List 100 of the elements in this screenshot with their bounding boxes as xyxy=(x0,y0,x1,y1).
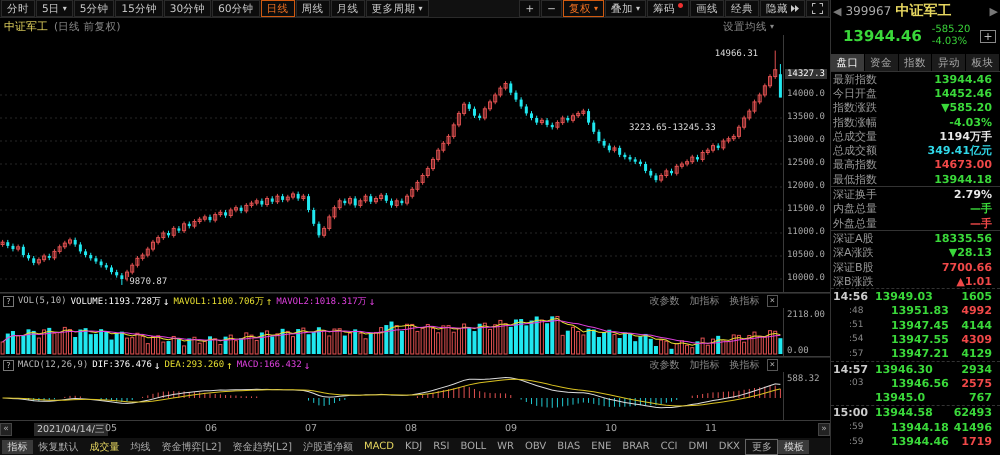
tick-volume: 4129 xyxy=(961,347,992,360)
chart-subtitle: (日线 前复权) xyxy=(54,20,121,34)
toolbar-button[interactable]: 叠加 ▾ xyxy=(604,0,646,17)
high-price-annotation: 14966.31 xyxy=(714,48,760,59)
scroll-left-button[interactable]: « xyxy=(0,423,12,436)
indicator-action-link[interactable]: 换指标 xyxy=(726,358,763,372)
indicator-tab[interactable]: RSI xyxy=(428,441,455,452)
toolbar-button[interactable]: 画线 xyxy=(690,0,724,17)
tick-time: :48 xyxy=(849,306,864,316)
indicator-tab[interactable]: 资金博弈[L2] xyxy=(156,440,227,454)
field-value: 13944.18 xyxy=(934,172,992,186)
indicator-tab[interactable]: KDJ xyxy=(399,441,428,452)
tick-price: 13945.0 xyxy=(875,391,926,404)
tick-time: :57 xyxy=(849,348,864,359)
period-tab[interactable]: 分时 xyxy=(1,0,35,17)
field-value: 14673.00 xyxy=(934,158,992,172)
indicator-tab[interactable]: 指标 xyxy=(2,440,33,454)
tick-price: 13949.03 xyxy=(875,290,934,304)
field-value: ▼585.20 xyxy=(941,101,992,114)
panel-tab[interactable]: 指数 xyxy=(898,54,932,71)
indicator-action-link[interactable]: 加指标 xyxy=(686,358,723,372)
toolbar-button[interactable]: 复权 ▾ xyxy=(562,0,604,17)
indicator-value: DEA:293.260 xyxy=(164,360,224,370)
indicator-tab[interactable]: 模板 xyxy=(778,440,810,454)
indicator-tab[interactable]: MACD xyxy=(358,441,400,452)
indicator-action-link[interactable]: 加指标 xyxy=(686,294,723,308)
scroll-right-button[interactable]: » xyxy=(818,423,830,436)
indicator-action-link[interactable]: 改参数 xyxy=(646,358,683,372)
field-label: 最低指数 xyxy=(833,172,878,187)
candlestick xyxy=(22,244,25,258)
toolbar-button[interactable]: − xyxy=(541,0,562,17)
indicator-action-link[interactable]: 改参数 xyxy=(646,294,683,308)
tick-price: 13944.46 xyxy=(891,435,950,448)
period-tab[interactable]: 更多周期 ▾ xyxy=(366,0,429,17)
period-tab[interactable]: 15分钟 xyxy=(115,0,163,17)
tick-volume: 62493 xyxy=(954,406,992,420)
price-axis-label: 10000.0 xyxy=(787,273,825,283)
period-tab[interactable]: 周线 xyxy=(296,0,330,17)
period-tab[interactable]: 5分钟 xyxy=(74,0,114,17)
indicator-tab[interactable]: 沪股通净额 xyxy=(298,440,358,454)
field-label: 指数涨跌 xyxy=(833,100,878,116)
indicator-tab[interactable]: 成交量 xyxy=(84,440,125,454)
help-button[interactable]: ? xyxy=(3,360,14,370)
toolbar-button[interactable]: 隐藏 xyxy=(760,0,805,17)
period-tab[interactable]: 60分钟 xyxy=(212,0,260,17)
close-button[interactable]: × xyxy=(766,295,778,307)
indicator-tab[interactable]: DMI xyxy=(683,441,714,452)
indicator-action-link[interactable]: 换指标 xyxy=(726,294,763,308)
indicator-tab[interactable]: WR xyxy=(492,441,520,452)
candlestick xyxy=(608,142,611,153)
help-button[interactable]: ? xyxy=(3,296,14,306)
candlestick xyxy=(509,80,512,96)
price-axis-label: 13500.0 xyxy=(787,112,825,122)
period-tab[interactable]: 日线 xyxy=(260,0,295,17)
indicator-tab[interactable]: 均线 xyxy=(125,440,156,454)
month-label: 05 xyxy=(105,423,118,434)
toolbar-button[interactable]: + xyxy=(519,0,540,17)
price-axis-label: 12000.0 xyxy=(787,180,825,191)
indicator-tab[interactable]: BOLL xyxy=(454,441,492,452)
trend-arrow-icon: ↑ xyxy=(266,294,272,308)
axis-label: 588.32 xyxy=(787,374,820,384)
panel-tab[interactable]: 盘口 xyxy=(831,54,865,71)
field-value: 13944.46 xyxy=(934,72,992,86)
indicator-value: DIF:376.476 xyxy=(92,360,152,370)
indicator-tab[interactable]: BRAR xyxy=(616,441,656,452)
panel-tab[interactable]: 异动 xyxy=(932,54,966,71)
indicator-tab[interactable]: BIAS xyxy=(552,441,586,452)
toolbar-button[interactable]: 经典 xyxy=(725,0,759,17)
previous-button[interactable]: ◀ xyxy=(833,4,842,18)
candlestick xyxy=(524,104,528,116)
indicator-tab[interactable]: 资金趋势[L2] xyxy=(226,440,298,454)
indicator-tab[interactable]: OBV xyxy=(520,441,552,452)
panel-tab[interactable]: 资金 xyxy=(864,54,899,71)
fullscreen-button[interactable] xyxy=(806,0,829,17)
axis-label: 0.00 xyxy=(787,346,809,356)
indicator-value: VOLUME:1193.728万 xyxy=(70,296,161,308)
indicator-tab[interactable]: 更多 xyxy=(745,438,778,454)
add-watchlist-button[interactable]: + xyxy=(980,30,996,42)
month-label: 08 xyxy=(405,423,418,434)
close-button[interactable]: × xyxy=(766,359,778,371)
tick-time: :59 xyxy=(849,436,864,447)
period-tab[interactable]: 月线 xyxy=(330,0,365,17)
next-button[interactable]: ▶ xyxy=(990,4,998,18)
field-label: 深证B股 xyxy=(833,260,875,275)
indicator-tab[interactable]: DKX xyxy=(713,441,746,452)
price-axis-label: 10500.0 xyxy=(787,250,825,260)
indicator-tab[interactable]: ENE xyxy=(586,441,617,452)
period-tab[interactable]: 30分钟 xyxy=(164,0,212,17)
toolbar-button[interactable]: 筹码 xyxy=(647,0,689,17)
candlestick xyxy=(468,101,471,112)
field-value: ▼28.13 xyxy=(948,246,992,260)
candlestick xyxy=(592,120,596,135)
indicator-tab[interactable]: 恢复默认 xyxy=(33,440,84,454)
period-tab[interactable]: 5日 ▾ xyxy=(36,0,73,17)
tick-time: :51 xyxy=(849,320,864,330)
indicator-tab[interactable]: CCI xyxy=(655,441,684,452)
tick-time: 14:56 xyxy=(833,290,868,304)
panel-tab[interactable]: 板块 xyxy=(966,54,1000,71)
indicator-name: VOL(5,10) xyxy=(18,296,67,306)
moving-average-settings-button[interactable]: 设置均线 ▾ xyxy=(716,18,780,34)
